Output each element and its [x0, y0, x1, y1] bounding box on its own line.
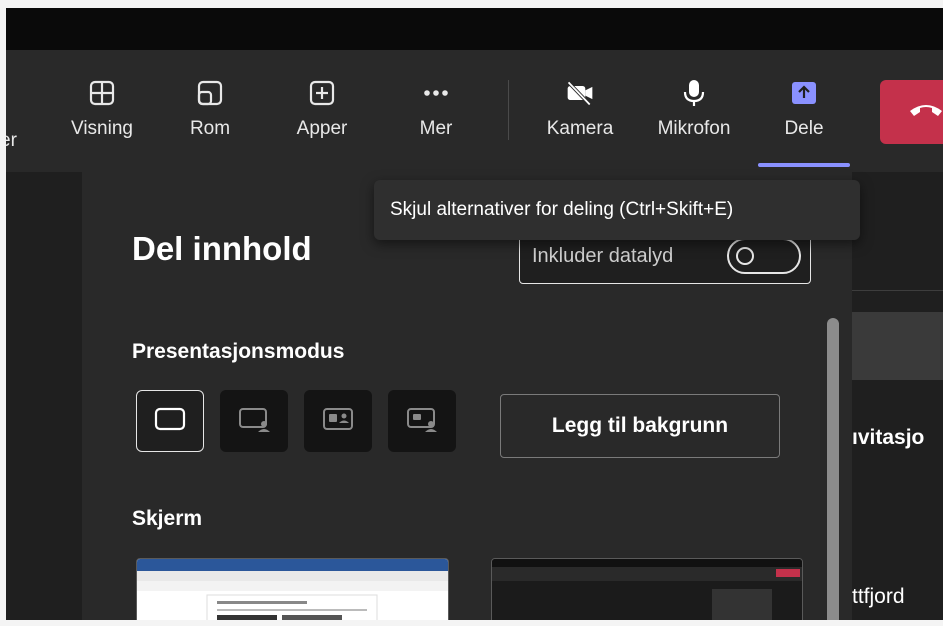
- toolbar-camera-label: Kamera: [546, 118, 614, 139]
- share-tooltip: Skjul alternativer for deling (Ctrl+Skif…: [374, 180, 860, 240]
- include-audio-toggle[interactable]: [727, 238, 801, 274]
- toolbar-share-label: Dele: [784, 118, 824, 139]
- content-only-icon: [152, 404, 188, 439]
- toolbar-microphone-button[interactable]: Mikrofon: [648, 78, 740, 158]
- mode-reporter-button[interactable]: [388, 390, 456, 452]
- title-bar: [6, 8, 943, 50]
- mode-side-by-side-button[interactable]: [304, 390, 372, 452]
- side-by-side-icon: [320, 404, 356, 439]
- toolbar-view-label: Visning: [71, 118, 133, 139]
- screen-2-preview: [492, 559, 802, 620]
- toolbar-rooms-label: Rom: [189, 118, 231, 139]
- camera-off-icon: [565, 78, 595, 108]
- reporter-icon: [404, 404, 440, 439]
- toolbar-view-button[interactable]: Visning: [62, 78, 142, 158]
- mode-content-only-button[interactable]: [136, 390, 204, 452]
- side-panel-clipped-name: ttfjord: [852, 585, 905, 608]
- teams-meeting-window: er Visning Rom Apper Mer: [6, 8, 943, 620]
- panel-title: Del innhold: [132, 230, 312, 267]
- rooms-icon: [195, 78, 225, 108]
- screen-thumbnail-2[interactable]: [491, 558, 803, 620]
- screen-1-preview: [137, 559, 448, 620]
- grid-icon: [87, 78, 117, 108]
- toolbar-separator: [508, 80, 509, 140]
- clipped-toolbar-label: er: [6, 130, 17, 151]
- panel-scrollbar[interactable]: [827, 318, 839, 620]
- side-panel-divider: [852, 290, 943, 291]
- meeting-toolbar: er Visning Rom Apper Mer: [6, 50, 943, 172]
- toolbar-apps-label: Apper: [296, 118, 348, 139]
- toolbar-microphone-label: Mikrofon: [657, 118, 731, 139]
- leave-call-button[interactable]: [880, 80, 943, 144]
- toolbar-camera-button[interactable]: Kamera: [540, 78, 620, 158]
- mode-standout-button[interactable]: [220, 390, 288, 452]
- side-panel-clipped-heading: ıvitasjo: [852, 426, 925, 449]
- include-audio-label: Inkluder datalyd: [532, 245, 674, 267]
- side-panel-band: [852, 312, 943, 380]
- side-panel-clipped: ıvitasjo ttfjord: [852, 172, 943, 620]
- toolbar-rooms-button[interactable]: Rom: [182, 78, 238, 158]
- share-active-indicator: [758, 163, 850, 167]
- toolbar-share-button[interactable]: Dele: [778, 78, 830, 158]
- hang-up-icon: [908, 99, 943, 126]
- screen-thumbnail-1[interactable]: [136, 558, 449, 620]
- screen-heading: Skjerm: [132, 507, 203, 530]
- toolbar-apps-button[interactable]: Apper: [290, 78, 354, 158]
- share-icon: [789, 78, 819, 108]
- ellipsis-icon: [421, 78, 451, 108]
- toolbar-more-button[interactable]: Mer: [410, 78, 462, 158]
- microphone-icon: [679, 78, 709, 108]
- toggle-knob: [736, 247, 754, 265]
- plus-box-icon: [307, 78, 337, 108]
- presentation-mode-heading: Presentasjonsmodus: [132, 340, 345, 363]
- add-background-button[interactable]: Legg til bakgrunn: [500, 394, 780, 458]
- toolbar-more-label: Mer: [419, 118, 453, 139]
- standout-icon: [236, 404, 272, 439]
